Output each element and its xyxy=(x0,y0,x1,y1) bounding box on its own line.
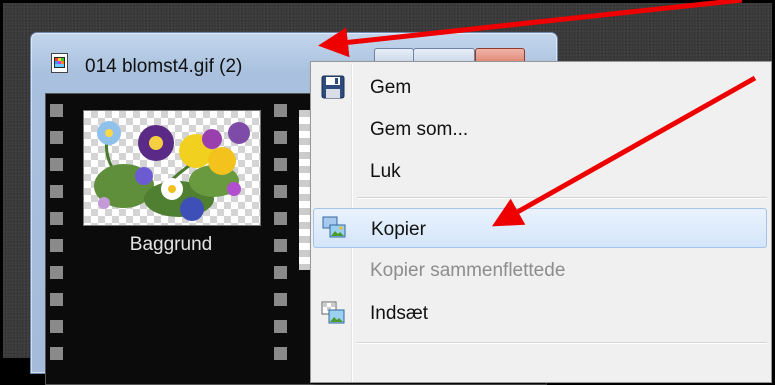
menu-item-kopier-sammenflettede: Kopier sammenflettede xyxy=(313,251,767,288)
layer-thumbnail[interactable] xyxy=(83,110,261,226)
context-menu: Gem Gem som... Luk Kopier Kopier sammenf… xyxy=(310,61,772,383)
layer-label: Baggrund xyxy=(129,234,213,255)
menu-separator xyxy=(357,197,767,199)
window-title: 014 blomst4.gif (2) xyxy=(85,56,243,77)
menu-item-label: Gem som... xyxy=(370,119,469,140)
copy-image-icon xyxy=(322,216,346,238)
paste-image-icon xyxy=(321,301,345,324)
filmstrip-sprockets-mid xyxy=(270,94,292,384)
flower-bouquet-image xyxy=(94,121,250,221)
image-file-icon xyxy=(51,53,68,73)
menu-item-gem-som[interactable]: Gem som... xyxy=(313,110,767,147)
menu-item-label: Indsæt xyxy=(370,303,429,324)
menu-item-luk[interactable]: Luk xyxy=(313,152,767,189)
menu-item-label: Gem xyxy=(370,77,412,98)
menu-separator xyxy=(357,342,767,344)
menu-item-label: Kopier sammenflettede xyxy=(370,260,566,281)
menu-item-kopier[interactable]: Kopier xyxy=(313,208,767,248)
floppy-disk-icon xyxy=(321,75,345,99)
menu-item-label: Luk xyxy=(370,161,401,182)
filmstrip-sprockets-left xyxy=(46,94,68,384)
menu-item-gem[interactable]: Gem xyxy=(313,68,767,105)
menu-item-indsaet[interactable]: Indsæt xyxy=(313,294,767,331)
menu-item-label: Kopier xyxy=(371,219,426,240)
